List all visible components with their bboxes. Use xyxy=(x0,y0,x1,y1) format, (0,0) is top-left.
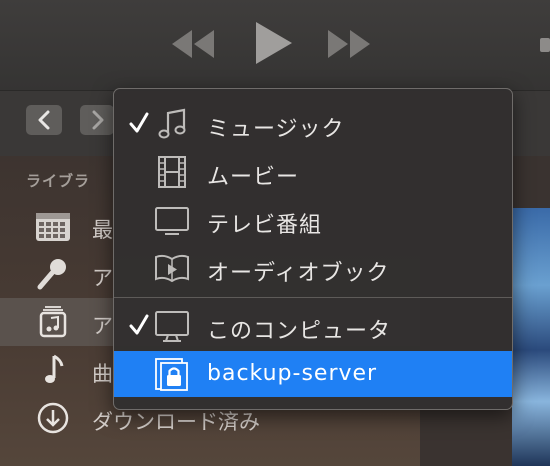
sidebar-item-label: 最 xyxy=(92,218,113,242)
playback-toolbar xyxy=(0,0,550,91)
chevron-left-icon xyxy=(38,110,50,130)
library-source-menu: ミュージック ムービー テレビ番組 オーディオブック このコンピュータ back… xyxy=(113,88,513,410)
rewind-button[interactable] xyxy=(170,26,218,62)
sidebar-heading: ライブラ xyxy=(26,172,91,190)
menu-item-label: ミュージック xyxy=(207,117,345,142)
checkmark-icon xyxy=(129,314,149,335)
sidebar-item-label: 曲 xyxy=(92,362,113,386)
forward-button[interactable] xyxy=(80,105,114,135)
menu-item-audiobooks[interactable]: オーディオブック xyxy=(114,245,512,291)
calendar-grid-icon xyxy=(36,213,70,241)
chevron-right-icon xyxy=(92,110,104,130)
menu-item-label: このコンピュータ xyxy=(207,319,392,344)
menu-item-this-computer[interactable]: このコンピュータ xyxy=(114,303,512,349)
album-icon xyxy=(39,306,67,338)
menu-item-label: ムービー xyxy=(207,165,300,190)
rewind-icon xyxy=(172,30,214,58)
menu-item-label: テレビ番組 xyxy=(207,213,323,238)
volume-slider-handle[interactable] xyxy=(540,38,550,52)
menu-item-label: オーディオブック xyxy=(207,261,390,286)
album-artwork[interactable] xyxy=(512,208,550,466)
computer-icon xyxy=(155,311,189,342)
menu-item-music[interactable]: ミュージック xyxy=(114,101,512,147)
sidebar-item-label: ダウンロード済み xyxy=(92,410,260,434)
music-note-icon xyxy=(45,354,64,383)
fast-forward-icon xyxy=(328,30,370,58)
menu-item-backup-server[interactable]: backup-server xyxy=(114,351,512,397)
sidebar-item-label: ア xyxy=(92,314,113,338)
music-notes-icon xyxy=(158,108,186,139)
audiobook-icon xyxy=(155,254,189,283)
back-button[interactable] xyxy=(26,105,62,135)
play-icon xyxy=(256,22,292,64)
menu-item-label: backup-server xyxy=(207,361,378,386)
play-button[interactable] xyxy=(252,20,294,66)
menu-item-tv-shows[interactable]: テレビ番組 xyxy=(114,197,512,243)
tv-icon xyxy=(155,207,189,235)
fast-forward-button[interactable] xyxy=(324,26,372,62)
sidebar-item-label: ア xyxy=(92,266,113,290)
menu-separator xyxy=(114,297,512,298)
menu-item-movies[interactable]: ムービー xyxy=(114,149,512,195)
locked-library-icon xyxy=(155,358,188,391)
download-icon xyxy=(37,402,69,434)
checkmark-icon xyxy=(129,112,149,133)
film-icon xyxy=(158,156,186,188)
microphone-icon xyxy=(37,259,66,290)
